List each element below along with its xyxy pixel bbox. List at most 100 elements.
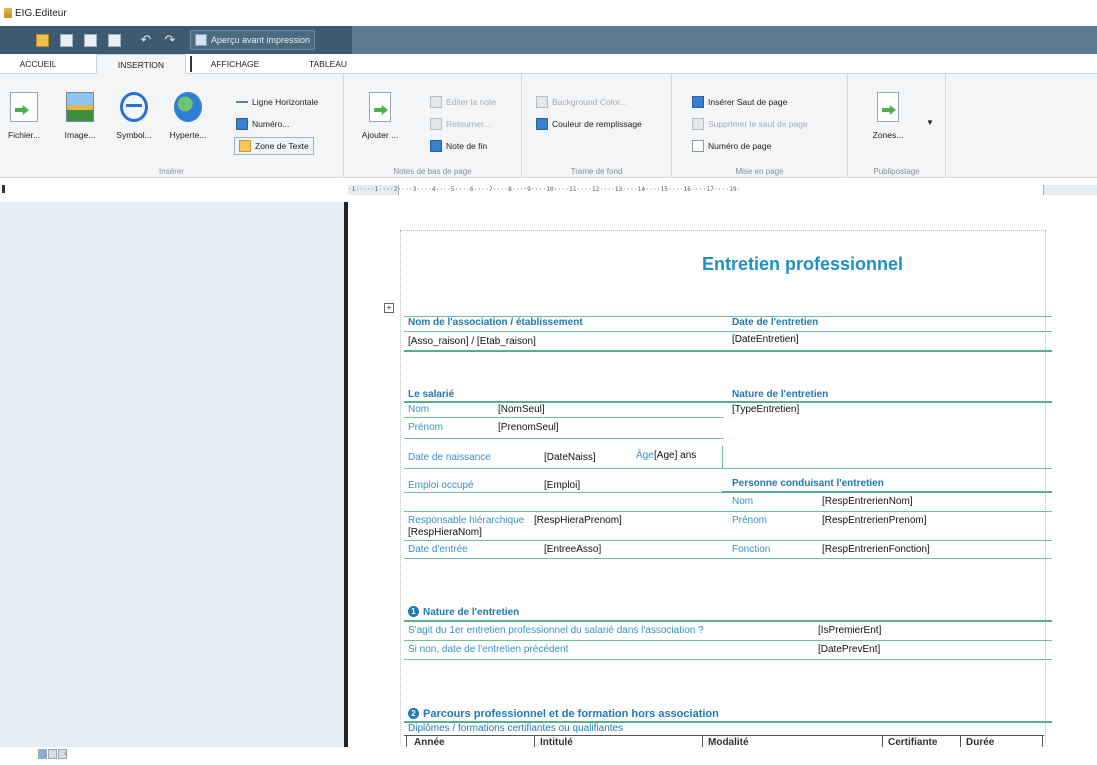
return-note-button[interactable]: Retourner... [430,116,490,132]
fill-color-button[interactable]: Couleur de remplissage [536,116,642,132]
nom-label: Nom [408,404,430,415]
page-number-label: Numéro de page [708,141,772,151]
prenom-label: Prénom [408,422,444,433]
page-number-button[interactable]: Numéro de page [692,138,771,154]
naissance-value: [DateNaiss] [544,452,596,463]
horizontal-ruler[interactable]: ·1·····1····2····3····4····5····6····7··… [348,185,1097,195]
symbol-icon [120,92,148,122]
date-header: Date de l'entretien [732,317,819,328]
print-preview-button[interactable]: Aperçu avant impression [190,30,316,50]
scroll-left-icon[interactable]: ‹ [64,748,67,759]
age-label: Âge [636,450,654,461]
tab-separator [190,56,192,72]
tab-affichage[interactable]: AFFICHAGE [200,54,270,74]
endnote-label: Note de fin [446,141,488,151]
assoc-value: [Asso_raison] / [Etab_raison] [408,336,536,347]
edit-note-icon [430,96,442,108]
endnote-button[interactable]: Note de fin [430,138,487,154]
emploi-label: Emploi occupé [408,480,474,491]
pane-marker [2,185,5,193]
fonction-value: [RespEntrerienFonction] [822,544,930,555]
table-header-intitule: Intitulé [540,737,573,747]
zones-dropdown-icon[interactable]: ▼ [926,118,934,127]
title-bar: EIG.Editeur [0,0,1097,26]
page-bounds [400,230,1046,747]
insert-page-break-label: Insérer Saut de page [708,97,788,107]
insert-page-break-button[interactable]: Insérer Saut de page [692,94,787,110]
section-1-title: 1 Nature de l'entretien [408,606,519,618]
left-pane [0,202,344,747]
question-1: S'agit du 1er entretien professionnel du… [408,625,704,636]
section-1-title-text: Nature de l'entretien [423,607,520,618]
assoc-header: Nom de l'association / établissement [408,317,583,328]
horizontal-line-icon [236,101,248,103]
undo-button[interactable]: ↶ [136,30,156,50]
number-icon [236,118,248,130]
editor-window: EIG.Editeur ↶ ↷ Aperçu avant impression … [0,0,1097,765]
print-preview-icon [195,34,207,46]
save-as-button[interactable] [104,30,124,50]
group-publipostage: Zones... ▼ Publipostage [848,74,946,178]
text-zone-label: Zone de Texte [255,141,309,151]
resp-nom-label: Nom [732,496,754,507]
insert-symbol-button[interactable]: Symbol... [108,92,160,140]
resp-prenom-value: [RespEntrerienPrenom] [822,515,927,526]
entree-value: [EntreeAsso] [544,544,602,555]
remove-page-break-icon [692,118,704,130]
group-trame-label: Trame de fond [570,167,623,176]
remove-page-break-label: Supprimer le saut de page [708,119,808,129]
number-button[interactable]: Numéro... [236,116,289,132]
salarie-header: Le salarié [408,389,455,400]
horizontal-line-button[interactable]: Ligne Horizontale [236,94,318,110]
conduisant-header: Personne conduisant l'entretien [732,478,884,489]
fonction-label: Fonction [732,544,771,555]
remove-page-break-button[interactable]: Supprimer le saut de page [692,116,808,132]
zones-button[interactable]: Zones... [862,92,914,140]
tab-tableau[interactable]: TABLEAU [300,54,356,74]
section-2-title: 2 Parcours professionnel et de formation … [408,708,719,720]
resp-hier-value-2: [RespHieraNom] [408,527,482,538]
open-folder-button[interactable] [32,30,52,50]
view-mode-page-button[interactable] [38,749,47,759]
ruler-row: ·1·····1····2····3····4····5····6····7··… [0,178,1097,202]
group-notes: Ajouter ... Editer la note Retourner... … [344,74,522,178]
insert-file-button[interactable]: Fichier... [0,92,50,140]
group-inserer-label: Insérer [159,167,184,176]
insert-file-icon [10,92,38,122]
number-label: Numéro... [252,119,290,129]
edit-note-button[interactable]: Editer la note [430,94,496,110]
insert-hyperlink-label: Hyperte... [169,130,207,140]
return-note-icon [430,118,442,130]
image-icon [66,92,94,122]
zones-label: Zones... [872,130,904,140]
add-footnote-button[interactable]: Ajouter ... [354,92,406,140]
insert-image-button[interactable]: Image... [54,92,106,140]
view-mode-buttons [38,749,67,759]
page-number-icon [692,140,704,152]
document-canvas[interactable]: Entretien professionnel + Nom de l'assoc… [348,202,1097,747]
tab-accueil[interactable]: ACCUEIL [10,54,66,74]
redo-button[interactable]: ↷ [160,30,180,50]
edit-note-label: Editer la note [446,97,497,107]
save-button[interactable] [80,30,100,50]
save-icon [83,33,97,47]
fill-color-icon [536,118,548,130]
section-2-title-text: Parcours professionnel et de formation h… [423,708,719,720]
type-value: [TypeEntretien] [732,404,800,415]
save-as-icon [107,33,121,47]
question-2: Si non, date de l'entretien précédent [408,644,569,655]
insert-file-label: Fichier... [7,130,41,140]
group-mise-en-page: Insérer Saut de page Supprimer le saut d… [672,74,848,178]
ribbon: Fichier... Image... Symbol... Hyperte...… [0,74,1097,178]
table-anchor-icon[interactable]: + [384,303,394,313]
quick-access-toolbar: ↶ ↷ Aperçu avant impression [0,26,1097,54]
naissance-label: Date de naissance [408,452,491,463]
text-zone-button[interactable]: Zone de Texte [234,137,314,155]
page-break-icon [692,96,704,108]
ribbon-tabs: ACCUEIL INSERTION AFFICHAGE TABLEAU [0,54,1097,74]
view-mode-web-button[interactable] [48,749,57,759]
insert-hyperlink-button[interactable]: Hyperte... [162,92,214,140]
tab-insertion[interactable]: INSERTION [96,54,186,74]
new-document-button[interactable] [56,30,76,50]
background-color-button[interactable]: Background Color... [536,94,627,110]
